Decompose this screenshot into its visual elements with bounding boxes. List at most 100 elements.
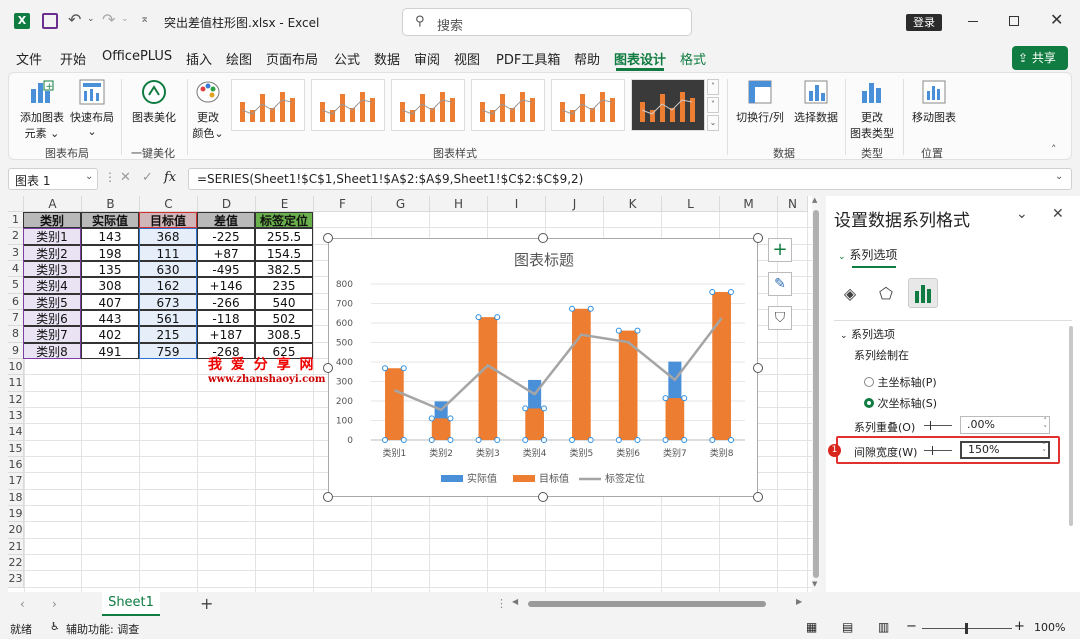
- column-header[interactable]: C: [140, 196, 198, 212]
- row-header[interactable]: 16: [8, 456, 24, 474]
- chart-style-5[interactable]: [551, 79, 625, 131]
- column-header[interactable]: L: [662, 196, 720, 212]
- quick-layout-label[interactable]: 快速布局 ⌄: [67, 109, 117, 138]
- row-header[interactable]: 17: [8, 473, 24, 490]
- pane-scrollbar[interactable]: [1068, 326, 1074, 566]
- menu-chart-design[interactable]: 图表设计: [614, 49, 666, 68]
- move-chart-icon[interactable]: [921, 79, 947, 105]
- menu-file[interactable]: 文件: [16, 49, 42, 68]
- column-header[interactable]: F: [314, 196, 372, 212]
- table-header-cell[interactable]: 差值: [197, 212, 255, 229]
- accessibility-icon[interactable]: ♿: [50, 620, 60, 633]
- next-sheet-icon[interactable]: ›: [52, 597, 57, 611]
- confirm-formula-icon[interactable]: ✓: [142, 170, 153, 185]
- primary-axis-radio[interactable]: 主坐标轴(P): [864, 374, 937, 390]
- quick-layout-icon[interactable]: [79, 79, 105, 105]
- zoom-slider[interactable]: [922, 623, 1012, 634]
- close-icon[interactable]: ✕: [1050, 10, 1063, 29]
- series-options-dropdown[interactable]: ⌄ 系列选项: [838, 246, 897, 263]
- column-header[interactable]: J: [546, 196, 604, 212]
- scroll-up-icon[interactable]: ▲: [812, 196, 817, 204]
- row-header[interactable]: 3: [8, 244, 24, 261]
- row-header[interactable]: 15: [8, 440, 24, 457]
- column-header[interactable]: B: [82, 196, 140, 212]
- sheet-tab-sheet1[interactable]: Sheet1: [102, 592, 160, 616]
- move-chart-label[interactable]: 移动图表: [907, 109, 961, 125]
- row-header[interactable]: 23: [8, 571, 24, 588]
- row-header[interactable]: 5: [8, 277, 24, 294]
- row-header[interactable]: 14: [8, 424, 24, 441]
- column-header[interactable]: E: [256, 196, 314, 212]
- login-button[interactable]: 登录: [906, 14, 942, 31]
- minimize-icon[interactable]: [968, 21, 978, 22]
- chart-style-2[interactable]: [311, 79, 385, 131]
- add-chart-element-label[interactable]: 添加图表 元素 ⌄: [17, 109, 67, 141]
- gallery-more-icon[interactable]: ⌄: [707, 115, 719, 131]
- table-cell[interactable]: 255.5: [255, 228, 313, 245]
- secondary-axis-radio[interactable]: 次坐标轴(S): [864, 395, 937, 411]
- cancel-formula-icon[interactable]: ✕: [120, 170, 131, 185]
- change-chart-type-icon[interactable]: [859, 79, 885, 105]
- table-cell[interactable]: 235: [255, 277, 313, 294]
- gap-width-slider[interactable]: [924, 446, 952, 455]
- gap-width-spinner-icon[interactable]: ˄ ˅: [1043, 443, 1047, 457]
- chart-style-3[interactable]: [391, 79, 465, 131]
- switch-row-col-label[interactable]: 切换行/列: [733, 109, 787, 125]
- add-sheet-icon[interactable]: +: [200, 594, 213, 613]
- table-cell[interactable]: 382.5: [255, 260, 313, 278]
- horizontal-scroll-thumb[interactable]: [528, 601, 766, 607]
- save-icon[interactable]: [42, 13, 58, 29]
- chart-resize-handle[interactable]: [753, 233, 763, 243]
- table-header-cell[interactable]: 标签定位: [255, 212, 313, 229]
- table-cell[interactable]: 491: [81, 342, 139, 359]
- name-box[interactable]: 图表 1 ⌄: [8, 168, 98, 190]
- search-box[interactable]: ⚲ 搜索: [402, 8, 692, 36]
- chart-area[interactable]: 图表标题 0 100 200 300 400 500 600 700 800 类别1 类别2 类别3 类别…: [328, 238, 758, 497]
- change-color-label[interactable]: 更改 颜色⌄: [189, 109, 227, 141]
- table-cell[interactable]: -225: [197, 228, 255, 245]
- share-button[interactable]: ⇪ 共享: [1012, 46, 1068, 70]
- accessibility-status[interactable]: 辅助功能: 调查: [66, 621, 139, 637]
- column-header[interactable]: A: [24, 196, 82, 212]
- prev-sheet-icon[interactable]: ‹: [20, 597, 25, 611]
- table-cell[interactable]: 502: [255, 309, 313, 327]
- table-header-cell[interactable]: 实际值: [81, 212, 139, 229]
- fill-line-tab-icon[interactable]: ◈: [838, 282, 862, 306]
- table-cell[interactable]: -118: [197, 309, 255, 327]
- formula-input[interactable]: =SERIES(Sheet1!$C$1,Sheet1!$A$2:$A$9,She…: [188, 168, 1072, 190]
- menu-insert[interactable]: 插入: [186, 49, 212, 68]
- table-cell[interactable]: +146: [197, 277, 255, 294]
- chart-filters-button[interactable]: ⛉: [768, 306, 792, 330]
- chart-resize-handle[interactable]: [323, 233, 333, 243]
- insert-function-icon[interactable]: fx: [164, 170, 176, 185]
- column-header[interactable]: H: [430, 196, 488, 212]
- gallery-scroll-up-icon[interactable]: ˄: [707, 79, 719, 95]
- menu-page-layout[interactable]: 页面布局: [266, 49, 318, 68]
- row-header[interactable]: 8: [8, 326, 24, 343]
- table-cell[interactable]: 443: [81, 309, 139, 327]
- undo-dropdown-icon[interactable]: ⌄: [87, 14, 95, 24]
- row-header[interactable]: 9: [8, 342, 24, 359]
- overlap-spinner-icon[interactable]: ˄ ˅: [1044, 417, 1048, 433]
- table-cell[interactable]: +187: [197, 326, 255, 343]
- row-header[interactable]: 19: [8, 505, 24, 523]
- table-cell[interactable]: 308.5: [255, 326, 313, 343]
- beautify-label[interactable]: 图表美化: [127, 109, 181, 125]
- table-cell[interactable]: 308: [81, 277, 139, 294]
- scroll-left-icon[interactable]: ◀: [512, 597, 518, 606]
- table-cell[interactable]: 402: [81, 326, 139, 343]
- tab-split-handle[interactable]: ⋮: [496, 597, 507, 610]
- column-header[interactable]: K: [604, 196, 662, 212]
- series-options-tab-icon[interactable]: [908, 278, 938, 308]
- formula-bar-more-icon[interactable]: ⋮: [104, 170, 116, 184]
- scroll-right-icon[interactable]: ▶: [796, 597, 802, 606]
- chart-resize-handle[interactable]: [753, 492, 763, 502]
- collapse-ribbon-icon[interactable]: ˄: [1051, 143, 1057, 156]
- row-header[interactable]: 11: [8, 375, 24, 392]
- column-header[interactable]: N: [778, 196, 808, 212]
- row-header[interactable]: 6: [8, 293, 24, 310]
- scroll-down-icon[interactable]: ▼: [812, 580, 817, 588]
- chart-elements-button[interactable]: +: [768, 238, 792, 262]
- normal-view-icon[interactable]: ▦: [806, 620, 817, 634]
- overlap-slider[interactable]: [924, 421, 952, 430]
